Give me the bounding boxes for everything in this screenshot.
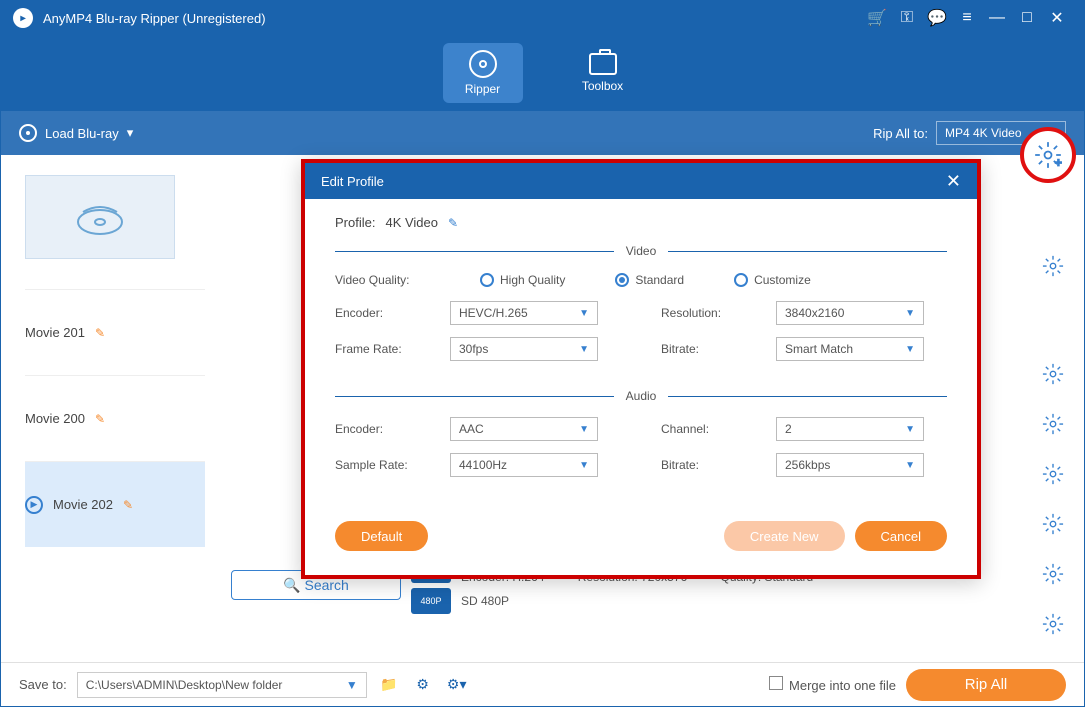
rip-to-label: Rip All to: <box>873 126 928 141</box>
audio-encoder-label: Encoder: <box>335 422 430 436</box>
toolbox-tab[interactable]: Toolbox <box>563 43 643 103</box>
gear-icon[interactable] <box>1042 513 1064 535</box>
edit-icon[interactable]: ✎ <box>95 326 105 340</box>
movie-title: Movie 200 <box>25 411 85 426</box>
modal-title-text: Edit Profile <box>321 174 384 189</box>
save-path-value: C:\Users\ADMIN\Desktop\New folder <box>86 678 283 692</box>
custom-profile-button[interactable]: + <box>1020 127 1076 183</box>
samplerate-label: Sample Rate: <box>335 458 430 472</box>
sub-toolbar: Load Blu-ray ▾ Rip All to: MP4 4K Video … <box>1 111 1084 155</box>
audio-bitrate-label: Bitrate: <box>661 458 756 472</box>
chevron-down-icon: ▼ <box>905 308 915 319</box>
video-encoder-dropdown[interactable]: HEVC/H.265▼ <box>450 301 598 325</box>
quality-standard-radio[interactable]: Standard <box>615 272 684 287</box>
cancel-button[interactable]: Cancel <box>855 521 947 551</box>
format-name: SD 480P <box>461 594 509 608</box>
audio-encoder-dropdown[interactable]: AAC▼ <box>450 417 598 441</box>
default-button[interactable]: Default <box>335 521 428 551</box>
gear-icon[interactable] <box>1042 363 1064 385</box>
cart-icon[interactable]: 🛒 <box>862 3 892 33</box>
main-toolbar: Ripper Toolbox <box>1 35 1084 111</box>
channel-label: Channel: <box>661 422 756 436</box>
bluray-thumbnail <box>25 175 175 259</box>
merge-checkbox[interactable]: Merge into one file <box>769 676 896 693</box>
minimize-icon[interactable]: — <box>982 3 1012 33</box>
quality-high-radio[interactable]: High Quality <box>480 272 565 287</box>
audio-section-label: Audio <box>614 389 669 403</box>
movie-list: Movie 201 ✎ Movie 200 ✎ ▶ Movie 202 ✎ <box>25 175 205 547</box>
chevron-down-icon: ▼ <box>346 678 358 692</box>
folder-icon[interactable]: 📁 <box>377 673 401 697</box>
edit-profile-name-icon[interactable]: ✎ <box>448 216 458 230</box>
encoder-label: Encoder: <box>335 306 430 320</box>
load-label: Load Blu-ray <box>45 126 119 141</box>
chevron-down-icon: ▼ <box>579 424 589 435</box>
load-bluray-button[interactable]: Load Blu-ray ▾ <box>19 124 133 142</box>
chevron-down-icon: ▼ <box>579 344 589 355</box>
gear-icon[interactable] <box>1042 463 1064 485</box>
settings-icon[interactable]: ⚙▾ <box>445 673 469 697</box>
audio-bitrate-dropdown[interactable]: 256kbps▼ <box>776 453 924 477</box>
resolution-dropdown[interactable]: 3840x2160▼ <box>776 301 924 325</box>
gear-plus-icon: + <box>1034 141 1062 169</box>
create-new-button[interactable]: Create New <box>724 521 845 551</box>
profile-label: Profile: <box>335 215 375 230</box>
chevron-down-icon: ▼ <box>905 424 915 435</box>
framerate-dropdown[interactable]: 30fps▼ <box>450 337 598 361</box>
edit-profile-modal: Edit Profile ✕ Profile: 4K Video ✎ Video… <box>301 159 981 579</box>
ripper-tab[interactable]: Ripper <box>443 43 523 103</box>
svg-text:+: + <box>1055 157 1062 169</box>
rip-all-button[interactable]: Rip All <box>906 669 1066 701</box>
footer-bar: Save to: C:\Users\ADMIN\Desktop\New fold… <box>1 662 1084 706</box>
feedback-icon[interactable]: 💬 <box>922 3 952 33</box>
framerate-label: Frame Rate: <box>335 342 430 356</box>
modal-close-icon[interactable]: ✕ <box>946 171 961 192</box>
app-title: AnyMP4 Blu-ray Ripper (Unregistered) <box>43 11 266 26</box>
save-path-input[interactable]: C:\Users\ADMIN\Desktop\New folder ▼ <box>77 672 367 698</box>
video-bitrate-dropdown[interactable]: Smart Match▼ <box>776 337 924 361</box>
modal-titlebar: Edit Profile ✕ <box>305 163 977 199</box>
menu-icon[interactable]: ≡ <box>952 3 982 33</box>
movie-item-selected[interactable]: ▶ Movie 202 ✎ <box>25 461 205 547</box>
ripper-icon <box>469 50 497 78</box>
channel-dropdown[interactable]: 2▼ <box>776 417 924 441</box>
chevron-down-icon: ▼ <box>905 344 915 355</box>
video-section-label: Video <box>614 244 668 258</box>
gpu-icon[interactable]: ⚙ <box>411 673 435 697</box>
gear-icon[interactable] <box>1042 255 1064 277</box>
quality-custom-radio[interactable]: Customize <box>734 272 811 287</box>
rip-to-value: MP4 4K Video <box>945 126 1022 140</box>
chevron-down-icon: ▾ <box>127 125 134 141</box>
chevron-down-icon: ▼ <box>579 460 589 471</box>
chevron-down-icon: ▼ <box>579 308 589 319</box>
titlebar: ▸ AnyMP4 Blu-ray Ripper (Unregistered) 🛒… <box>1 1 1084 35</box>
close-icon[interactable]: ✕ <box>1042 3 1072 33</box>
chevron-down-icon: ▼ <box>905 460 915 471</box>
disc-icon <box>19 124 37 142</box>
movie-item[interactable]: Movie 201 ✎ <box>25 289 205 375</box>
edit-icon[interactable]: ✎ <box>123 498 133 512</box>
save-to-label: Save to: <box>19 677 67 692</box>
key-icon[interactable]: ⚿ <box>892 3 922 33</box>
resolution-label: Resolution: <box>661 306 756 320</box>
ripper-label: Ripper <box>465 82 500 96</box>
format-badge-icon: 480P <box>411 588 451 614</box>
movie-item[interactable]: Movie 200 ✎ <box>25 375 205 461</box>
gear-icon[interactable] <box>1042 413 1064 435</box>
samplerate-dropdown[interactable]: 44100Hz▼ <box>450 453 598 477</box>
bluray-disc-icon <box>75 197 125 237</box>
profile-value: 4K Video <box>385 215 438 230</box>
play-icon[interactable]: ▶ <box>25 496 43 514</box>
movie-title: Movie 201 <box>25 325 85 340</box>
maximize-icon[interactable]: □ <box>1012 3 1042 33</box>
toolbox-label: Toolbox <box>582 79 623 93</box>
movie-title: Movie 202 <box>53 497 113 512</box>
app-logo-icon: ▸ <box>13 8 33 28</box>
edit-icon[interactable]: ✎ <box>95 412 105 426</box>
bitrate-label: Bitrate: <box>661 342 756 356</box>
toolbox-icon <box>589 53 617 75</box>
video-quality-label: Video Quality: <box>335 273 410 287</box>
